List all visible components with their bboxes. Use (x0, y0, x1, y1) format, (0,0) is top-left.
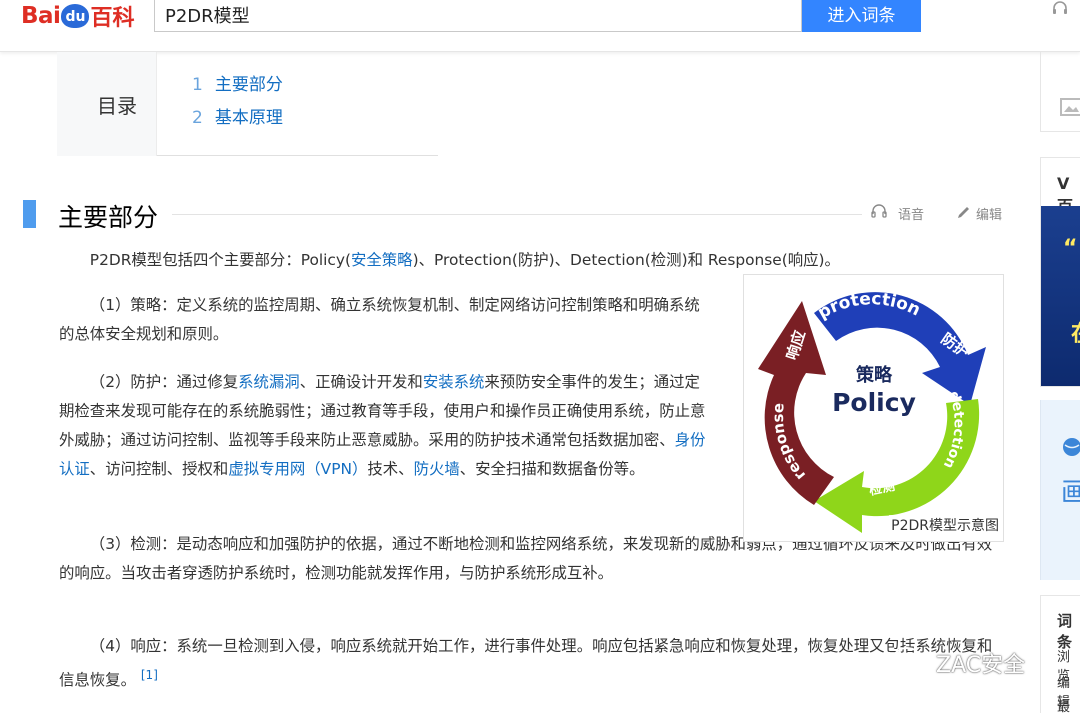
enter-entry-button[interactable]: 进入词条 (802, 0, 921, 32)
headphones-icon[interactable] (1050, 0, 1070, 22)
logo-text-bai: Bai (21, 3, 61, 29)
edit-label: 编辑 (976, 207, 1003, 223)
sidebar-album[interactable] (1040, 52, 1080, 132)
search-box (154, 0, 802, 32)
protection-text-2: 、正确设计开发和 (299, 373, 423, 391)
headphones-icon (870, 203, 888, 223)
toc-title: 目录 (97, 94, 137, 118)
toc-item-number: 1 (192, 75, 203, 95)
link-install-system[interactable]: 安装系统 (423, 373, 485, 391)
watermark-text: ZAC安全 (936, 653, 1026, 678)
sidebar-v-baike[interactable]: V百 “ 在 (1040, 157, 1080, 387)
paragraph-response: （4）响应：系统一旦检测到入侵，响应系统就开始工作，进行事件处理。响应包括紧急响… (59, 632, 1004, 695)
globe-icon (1061, 436, 1080, 462)
p2dr-cycle-diagram: protection detection response 防护 检测 响应 策… (758, 289, 986, 533)
intro-text-1: P2DR模型包括四个主要部分：Policy( (89, 251, 351, 269)
section-accent-bar (23, 200, 36, 228)
v-baike-banner[interactable]: “ 在 (1041, 206, 1080, 386)
p2dr-figure[interactable]: protection detection response 防护 检测 响应 策… (743, 274, 1004, 542)
pencil-icon (956, 203, 972, 223)
protection-text-1: （2）防护：通过修复 (89, 373, 239, 391)
logo-text-baike: 百科 (90, 6, 135, 31)
toc-item-basic-principles[interactable]: 2 基本原理 (192, 103, 283, 128)
protection-text-6: 、安全扫描和数据备份等。 (459, 460, 645, 478)
toc-item-main-parts[interactable]: 1 主要部分 (192, 70, 283, 95)
wechat-icon (892, 645, 932, 681)
baidu-baike-logo[interactable]: Bai du 百科 (21, 1, 134, 31)
banner-text-2: 在 (1071, 316, 1080, 348)
voice-label: 语音 (898, 207, 925, 223)
center-cn-label: 策略 (856, 364, 893, 386)
sidebar-promo[interactable]: 画 (1040, 400, 1080, 580)
stats-line-recent: 最近 (1057, 700, 1071, 713)
toc-item-label: 基本原理 (214, 108, 283, 128)
toc-item-label: 主要部分 (214, 75, 283, 95)
edit-button[interactable]: 编辑 (956, 203, 1002, 223)
intro-paragraph: P2DR模型包括四个主要部分：Policy(安全策略)、Protection(防… (59, 246, 1019, 275)
search-input[interactable] (155, 0, 801, 30)
banner-text-1: “ (1063, 236, 1078, 261)
figure-caption: P2DR模型示意图 (889, 515, 1001, 535)
link-security-policy[interactable]: 安全策略 (351, 251, 413, 269)
wechat-watermark: ZAC安全 (892, 645, 1025, 681)
sidebar-entry-stats: 词条 浏览 编辑 最近 (1040, 595, 1080, 713)
promo-text: 画 (1061, 472, 1080, 509)
toc-item-number: 2 (192, 108, 203, 128)
link-firewall[interactable]: 防火墙 (414, 460, 460, 478)
protection-text-4: 、访问控制、授权和 (89, 460, 229, 478)
image-album-icon (1059, 96, 1080, 122)
top-header: Bai du 百科 进入词条 (0, 0, 1080, 52)
center-policy-label: Policy (832, 388, 916, 417)
table-of-contents: 目录 1 主要部分 2 基本原理 (57, 52, 438, 156)
protection-text-5: 技术、 (367, 460, 414, 478)
logo-paw-icon: du (61, 4, 90, 28)
intro-text-2: )、Protection(防护)、Detection(检测)和 Response… (412, 251, 840, 269)
voice-button[interactable]: 语音 (870, 203, 924, 223)
paragraph-policy: （1）策略：定义系统的监控周期、确立系统恢复机制、制定网络访问控制策略和明确系统… (59, 296, 700, 343)
citation-link[interactable]: [1] (141, 668, 158, 682)
section-title: 主要部分 (58, 203, 159, 232)
link-system-vulnerability[interactable]: 系统漏洞 (238, 373, 300, 391)
toc-title-cell: 目录 (57, 52, 157, 156)
section-divider (172, 214, 862, 215)
response-text: （4）响应：系统一旦检测到入侵，响应系统就开始工作，进行事件处理。响应包括紧急响… (59, 637, 993, 690)
link-vpn[interactable]: 虚拟专用网（VPN） (228, 460, 367, 478)
paragraph-protection: （2）防护：通过修复系统漏洞、正确设计开发和安装系统来预防安全事件的发生；通过定… (59, 368, 714, 484)
